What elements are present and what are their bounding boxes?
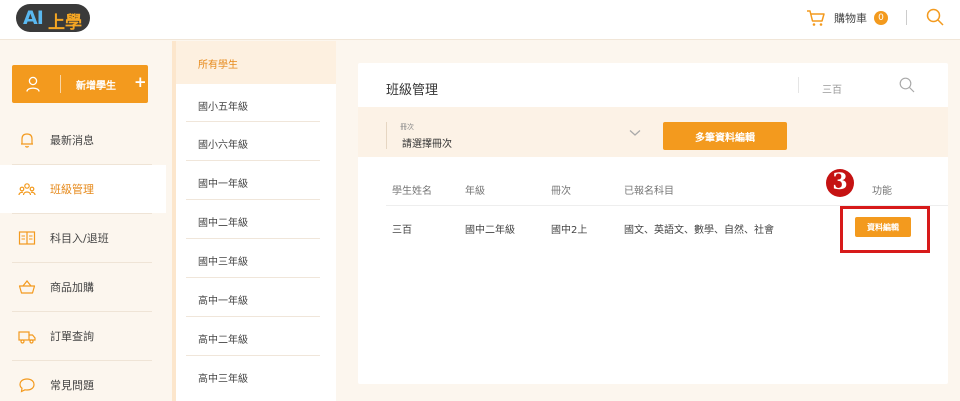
grade-list: 所有學生 國小五年級 國小六年級 國中一年級 國中二年級 國中三年級 高中一年級… (172, 41, 336, 401)
volume-select[interactable]: 請選擇冊次 (402, 135, 452, 150)
class-management-panel: 班級管理 三百 冊次 請選擇冊次 多筆資料編輯 學生姓名 年級 冊次 已報名科目… (358, 63, 948, 384)
logo-text-latin: AI (23, 7, 44, 29)
logo-text-cjk: 上學 (48, 13, 82, 33)
truck-icon (18, 331, 36, 344)
search-icon[interactable] (926, 8, 944, 26)
basket-icon (18, 280, 36, 294)
book-icon (18, 231, 36, 245)
multi-edit-button[interactable]: 多筆資料編輯 (663, 122, 787, 150)
grade-item[interactable]: 國中二年級 (176, 200, 336, 238)
grade-item-label: 高中三年級 (198, 374, 248, 385)
sidebar-item-label: 商品加購 (50, 281, 94, 294)
plus-icon: + (134, 73, 147, 91)
grade-item-label: 國中一年級 (198, 179, 248, 190)
button-separator (60, 75, 61, 93)
group-icon (18, 183, 36, 196)
sidebar-item-news[interactable]: 最新消息 (0, 116, 166, 164)
sidebar-item-label: 常見問題 (50, 379, 94, 392)
grade-item-label: 國中二年級 (198, 218, 248, 229)
grade-item-label: 所有學生 (198, 60, 238, 71)
sidebar: 新增學生 + 最新消息 班級管理 科目入/退班 商品加購 訂單查詢 常見問題 (0, 41, 166, 401)
column-header-subjects: 已報名科目 (624, 186, 674, 197)
highlight-box (840, 206, 930, 253)
grade-item-label: 國中三年級 (198, 257, 248, 268)
header-divider (906, 10, 907, 25)
cell-volume: 國中2上 (551, 225, 588, 236)
chevron-down-icon[interactable] (629, 129, 641, 137)
sidebar-item-label: 最新消息 (50, 134, 94, 147)
top-header: AI 上學 購物車 0 (0, 0, 960, 40)
grade-item[interactable]: 國小五年級 (176, 84, 336, 122)
sidebar-item-label: 班級管理 (50, 183, 94, 196)
logo[interactable]: AI 上學 (16, 4, 90, 33)
sidebar-item-label: 科目入/退班 (50, 232, 109, 245)
step-marker: 3 (826, 169, 854, 197)
cell-student-name: 三百 (392, 225, 412, 236)
grade-item[interactable]: 國小六年級 (176, 122, 336, 160)
grade-item[interactable]: 高中三年級 (176, 356, 336, 394)
grade-item[interactable]: 國中三年級 (176, 239, 336, 277)
sidebar-item-subject-enroll[interactable]: 科目入/退班 (0, 214, 166, 262)
user-icon (26, 76, 40, 92)
filter-bar: 冊次 請選擇冊次 (358, 107, 948, 157)
grade-item-all[interactable]: 所有學生 (176, 41, 336, 84)
select-divider (386, 122, 387, 149)
chat-icon (19, 378, 35, 393)
page-title: 班級管理 (386, 83, 439, 98)
sidebar-item-label: 訂單查詢 (50, 330, 94, 343)
grade-item-label: 國小六年級 (198, 140, 248, 151)
column-header-grade: 年級 (465, 186, 485, 197)
sidebar-item-orders[interactable]: 訂單查詢 (0, 312, 166, 360)
sidebar-item-faq[interactable]: 常見問題 (0, 361, 166, 401)
cart-button[interactable]: 購物車 0 (806, 8, 888, 28)
grade-item[interactable]: 國中一年級 (176, 161, 336, 199)
search-divider (798, 77, 799, 93)
sidebar-item-class-management[interactable]: 班級管理 (0, 165, 166, 213)
grade-item[interactable]: 高中二年級 (176, 317, 336, 355)
search-input[interactable]: 三百 (822, 81, 842, 96)
cart-count-badge: 0 (874, 11, 888, 25)
grade-item-label: 國小五年級 (198, 102, 248, 113)
cart-label: 購物車 (834, 12, 867, 25)
volume-select-label: 冊次 (400, 123, 414, 131)
grade-item-label: 高中二年級 (198, 335, 248, 346)
column-header-action: 功能 (872, 186, 892, 197)
search-icon[interactable] (899, 77, 915, 93)
grade-item[interactable]: 高中一年級 (176, 278, 336, 316)
cart-icon (807, 10, 825, 26)
add-student-button[interactable]: 新增學生 + (12, 65, 148, 103)
cell-grade: 國中二年級 (465, 225, 515, 236)
sidebar-item-add-on[interactable]: 商品加購 (0, 263, 166, 311)
grade-item-label: 高中一年級 (198, 296, 248, 307)
column-header-name: 學生姓名 (392, 186, 432, 197)
cell-subjects: 國文、英語文、數學、自然、社會 (624, 225, 774, 236)
bell-icon (21, 133, 33, 148)
column-header-volume: 冊次 (551, 186, 571, 197)
add-student-label: 新增學生 (76, 81, 116, 92)
